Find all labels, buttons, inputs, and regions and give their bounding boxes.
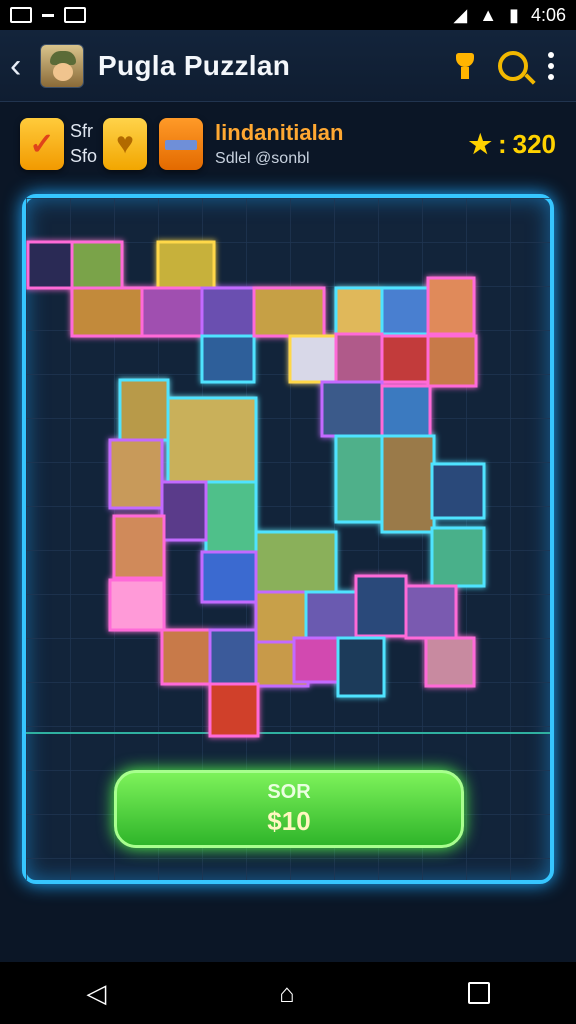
score-value: 320 — [512, 128, 556, 159]
signal-icon: ▲ — [479, 4, 498, 25]
puzzle-piece — [292, 636, 340, 684]
puzzle-piece — [166, 396, 258, 484]
image-icon — [10, 7, 32, 23]
buy-button[interactable]: SOR $10 — [114, 770, 464, 848]
heart-icon[interactable]: ♥ — [103, 118, 148, 170]
app-bar: ‹ Pugla Puzzlan — [0, 30, 576, 102]
puzzle-piece — [208, 682, 260, 738]
puzzle-piece — [424, 636, 476, 688]
puzzle-piece — [140, 286, 204, 338]
mini-label-2: Sfo — [70, 146, 98, 166]
level-info: lindanitialan Sdlel @sonbl — [215, 120, 343, 168]
wifi-icon: ◢ — [453, 4, 468, 25]
nav-recents-icon[interactable] — [467, 982, 490, 1004]
star-icon: ★ — [468, 128, 492, 159]
puzzle-piece — [204, 480, 258, 554]
gallery-icon — [64, 7, 86, 23]
level-title: lindanitialan — [215, 120, 344, 145]
dash-icon — [42, 13, 54, 17]
chevron-left-icon[interactable]: ‹ — [10, 49, 34, 83]
score-display: ★ : 320 — [468, 128, 556, 159]
puzzle-piece — [430, 526, 486, 588]
info-bar: ✓ Sfr Sfo ♥ lindanitialan Sdlel @sonbl ★… — [0, 110, 576, 178]
puzzle-piece — [112, 514, 166, 580]
avatar[interactable] — [40, 43, 84, 88]
puzzle-piece — [380, 334, 430, 384]
puzzle-piece — [404, 584, 458, 640]
mini-label-1: Sfr — [70, 121, 94, 141]
battery-icon: ▮ — [509, 4, 519, 25]
nav-home-icon[interactable]: ⌂ — [279, 978, 295, 1009]
puzzle-piece — [426, 334, 478, 388]
puzzle-piece — [320, 380, 384, 438]
puzzle-piece — [334, 286, 384, 336]
status-time: 4:06 — [530, 4, 566, 25]
puzzle-piece — [252, 286, 326, 338]
nav-back-icon[interactable]: ◁ — [86, 978, 106, 1009]
mini-labels: Sfr Sfo — [70, 121, 97, 167]
puzzle-piece — [108, 578, 166, 632]
status-bar: ◢ ▲ ▮ 4:06 — [0, 0, 576, 30]
puzzle-piece — [254, 530, 338, 594]
puzzle-piece — [426, 276, 476, 336]
puzzle-piece — [334, 332, 384, 384]
puzzle-piece — [156, 240, 216, 290]
puzzle-piece — [70, 240, 124, 290]
buy-button-price: $10 — [267, 806, 311, 836]
puzzle-piece — [26, 240, 76, 290]
buy-button-label: SOR — [267, 781, 311, 803]
puzzle-piece — [200, 334, 256, 384]
level-subtitle: Sdlel @sonbl — [215, 150, 310, 167]
card-icon[interactable] — [159, 118, 204, 170]
puzzle-piece — [70, 286, 144, 338]
puzzle-piece — [380, 434, 436, 534]
puzzle-piece — [254, 590, 308, 644]
checkmark-icon[interactable]: ✓ — [20, 118, 64, 170]
puzzle-piece — [108, 438, 164, 510]
puzzle-piece — [160, 480, 208, 542]
puzzle-piece — [200, 286, 256, 338]
more-vertical-icon[interactable] — [548, 51, 556, 80]
puzzle-piece — [200, 550, 258, 604]
puzzle-piece — [208, 628, 258, 686]
puzzle-piece — [304, 590, 358, 640]
puzzle-piece — [288, 334, 338, 384]
puzzle-piece — [118, 378, 170, 442]
system-nav-bar: ◁ ⌂ — [0, 962, 576, 1024]
puzzle-piece — [336, 636, 386, 698]
search-icon[interactable] — [498, 50, 528, 81]
trophy-icon[interactable] — [452, 49, 478, 83]
page-title: Pugla Puzzlan — [98, 49, 291, 81]
puzzle-piece — [160, 628, 212, 686]
puzzle-piece — [380, 286, 430, 336]
puzzle-piece — [380, 384, 432, 438]
puzzle-piece — [430, 462, 486, 520]
puzzle-piece — [354, 574, 408, 638]
